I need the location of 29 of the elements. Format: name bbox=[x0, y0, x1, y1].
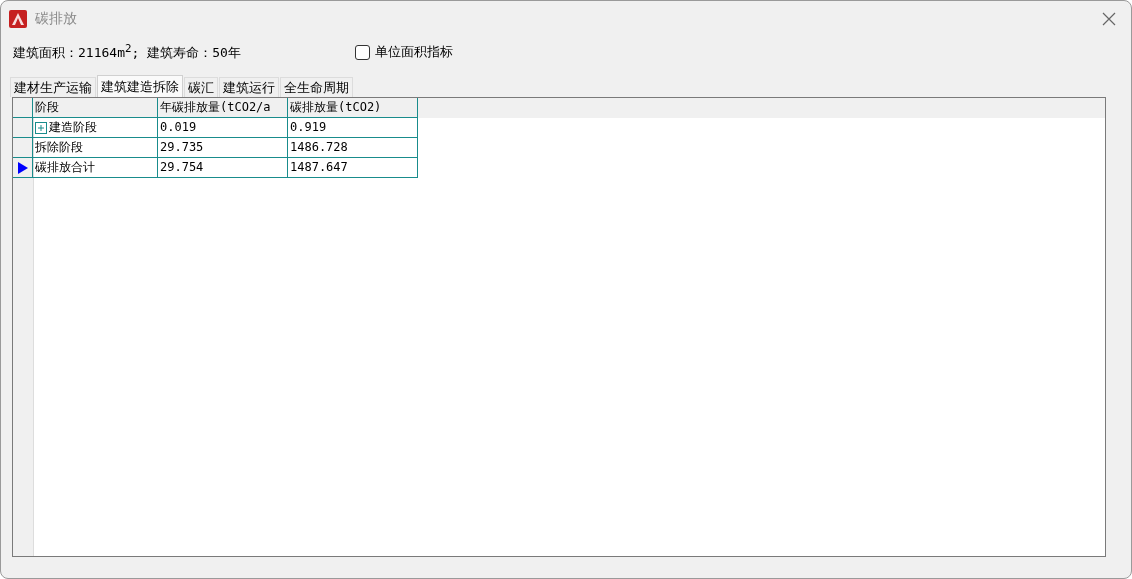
table-cell-text: 碳排放合计 bbox=[35, 159, 95, 176]
table-cell: 0.019 bbox=[158, 118, 288, 138]
expand-icon[interactable] bbox=[35, 121, 47, 134]
table-cell: 29.754 bbox=[158, 158, 288, 178]
column-header[interactable]: 碳排放量(tCO2) bbox=[288, 98, 418, 118]
column-header[interactable]: 阶段 bbox=[33, 98, 158, 118]
row-header[interactable] bbox=[13, 138, 33, 158]
checkbox[interactable] bbox=[355, 44, 370, 60]
app-logo-icon bbox=[9, 10, 27, 28]
building-info: 建筑面积：21164m$^{2}$; 建筑寿命：50年 bbox=[13, 41, 242, 63]
corner-header bbox=[13, 98, 33, 118]
tab[interactable]: 全生命周期 bbox=[280, 77, 353, 97]
row-pointer-icon bbox=[17, 161, 28, 174]
tab[interactable]: 建材生产运输 bbox=[10, 77, 96, 97]
row-header[interactable] bbox=[13, 158, 33, 178]
close-icon[interactable] bbox=[1101, 11, 1117, 27]
table-cell: 29.735 bbox=[158, 138, 288, 158]
tab[interactable]: 碳汇 bbox=[184, 77, 218, 97]
table-cell: 1487.647 bbox=[288, 158, 418, 178]
window-title: 碳排放 bbox=[35, 10, 78, 28]
checkbox-label: 单位面积指标 bbox=[375, 43, 453, 61]
column-header[interactable]: 年碳排放量(tCO2/a bbox=[158, 98, 288, 118]
row-header[interactable] bbox=[13, 118, 33, 138]
tab[interactable]: 建筑运行 bbox=[219, 77, 279, 97]
table-cell-text: 拆除阶段 bbox=[35, 139, 83, 156]
table-cell: 1486.728 bbox=[288, 138, 418, 158]
tab[interactable]: 建筑建造拆除 bbox=[97, 75, 183, 97]
table-cell-text: 建造阶段 bbox=[49, 119, 97, 136]
table-cell: 0.919 bbox=[288, 118, 418, 138]
